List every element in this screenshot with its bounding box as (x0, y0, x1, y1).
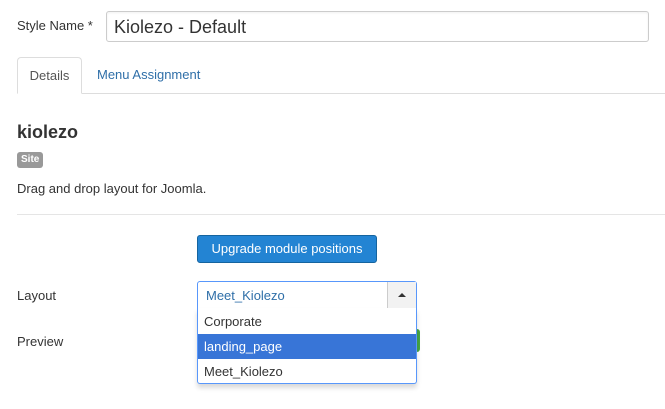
section-divider (17, 214, 665, 215)
layout-dropdown: Corporate landing_page Meet_Kiolezo (197, 308, 417, 384)
select-toggle[interactable] (387, 282, 416, 308)
extension-description: Drag and drop layout for Joomla. (17, 181, 207, 196)
tab-bar: Details Menu Assignment (17, 57, 665, 94)
tab-details[interactable]: Details (17, 57, 82, 94)
layout-option-corporate[interactable]: Corporate (198, 309, 416, 334)
site-badge: Site (17, 152, 44, 168)
chevron-up-icon (398, 293, 406, 297)
layout-option-meet-kiolezo[interactable]: Meet_Kiolezo (198, 359, 416, 384)
tab-menu-assignment[interactable]: Menu Assignment (97, 57, 200, 93)
layout-selected-value: Meet_Kiolezo (206, 288, 285, 303)
preview-label: Preview (17, 334, 64, 349)
layout-label: Layout (17, 288, 57, 303)
layout-option-landing-page[interactable]: landing_page (198, 334, 416, 359)
extension-title: kiolezo (17, 122, 79, 142)
style-name-row: Style Name * (17, 11, 650, 42)
upgrade-module-positions-button[interactable]: Upgrade module positions (197, 235, 377, 263)
layout-select[interactable]: Meet_Kiolezo (197, 281, 417, 309)
style-name-label: Style Name * (17, 18, 93, 33)
style-name-input[interactable] (106, 11, 649, 42)
style-edit-page: Style Name * Details Menu Assignment kio… (0, 0, 665, 409)
